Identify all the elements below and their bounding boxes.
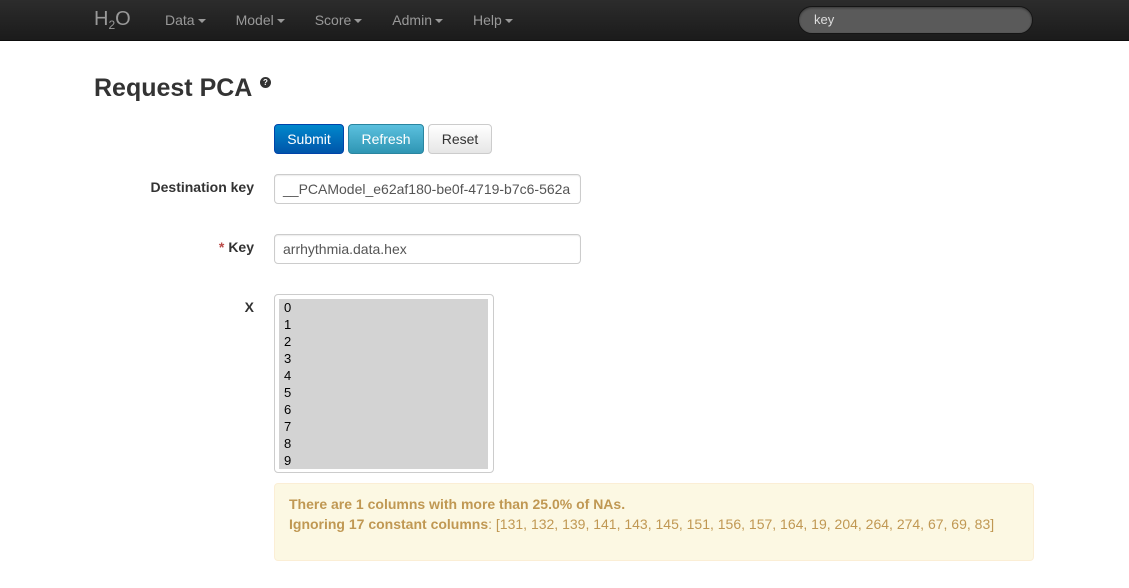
nav-score-menu[interactable]: Score [300, 0, 378, 40]
key-input[interactable]: arrhythmia.data.hex [274, 234, 581, 264]
nav-help-menu[interactable]: Help [458, 0, 528, 40]
x-label: X [244, 299, 254, 315]
refresh-button[interactable]: Refresh [348, 124, 424, 154]
nav-admin-menu[interactable]: Admin [377, 0, 458, 40]
nav-score-label: Score [314, 12, 352, 28]
alert-line-2-heading: Ignoring 17 constant columns [289, 516, 489, 532]
brand-letter-h: H [94, 8, 109, 30]
top-navbar: H2O Data Model Score Admin Help key [0, 0, 1129, 41]
nav-admin-label: Admin [392, 12, 432, 28]
caret-down-icon [434, 18, 443, 23]
caret-down-icon [197, 18, 206, 23]
x-option[interactable]: 6 [279, 401, 488, 418]
nav-help-label: Help [472, 12, 502, 28]
x-option[interactable]: 5 [279, 384, 488, 401]
brand-letter-o: O [115, 8, 131, 30]
caret-down-icon [354, 18, 363, 23]
destination-key-input[interactable]: __PCAModel_e62af180-be0f-4719-b7c6-562a [274, 174, 581, 204]
x-option[interactable]: 0 [279, 299, 488, 316]
alert-constant-columns-message: Ignoring 17 constant columns: [131, 132,… [289, 514, 1019, 534]
submit-button[interactable]: Submit [274, 124, 344, 154]
x-option[interactable]: 4 [279, 367, 488, 384]
caret-down-icon [504, 18, 513, 23]
x-option[interactable]: 3 [279, 350, 488, 367]
destination-key-label: Destination key [150, 179, 254, 195]
search-input[interactable]: key [798, 6, 1033, 34]
alert-na-columns-message: There are 1 columns with more than 25.0%… [289, 494, 1019, 514]
h2o-logo[interactable]: H2O [94, 8, 131, 32]
reset-button[interactable]: Reset [428, 124, 492, 154]
warning-alert: There are 1 columns with more than 25.0%… [274, 483, 1034, 561]
nav-model-menu[interactable]: Model [221, 0, 300, 40]
x-options-list: 0 1 2 3 4 5 6 7 8 9 [279, 299, 488, 469]
x-column-multiselect[interactable]: 0 1 2 3 4 5 6 7 8 9 [274, 294, 494, 473]
x-option[interactable]: 1 [279, 316, 488, 333]
alert-line-1: There are 1 columns with more than 25.0%… [289, 496, 626, 512]
x-option[interactable]: 8 [279, 435, 488, 452]
caret-down-icon [276, 18, 285, 23]
nav-data-menu[interactable]: Data [150, 0, 221, 40]
x-option[interactable]: 9 [279, 452, 488, 469]
page-title: Request PCA [94, 74, 253, 102]
help-icon[interactable]: ? [260, 77, 271, 88]
x-option[interactable]: 7 [279, 418, 488, 435]
x-option[interactable]: 2 [279, 333, 488, 350]
main-nav: Data Model Score Admin Help [150, 0, 528, 40]
required-asterisk: * [218, 239, 225, 255]
key-label: Key [228, 239, 254, 255]
nav-model-label: Model [235, 12, 274, 28]
key-label-group: * Key [219, 239, 254, 255]
nav-data-label: Data [165, 12, 195, 28]
alert-line-2-columns: : [131, 132, 139, 141, 143, 145, 151, 15… [488, 516, 995, 532]
